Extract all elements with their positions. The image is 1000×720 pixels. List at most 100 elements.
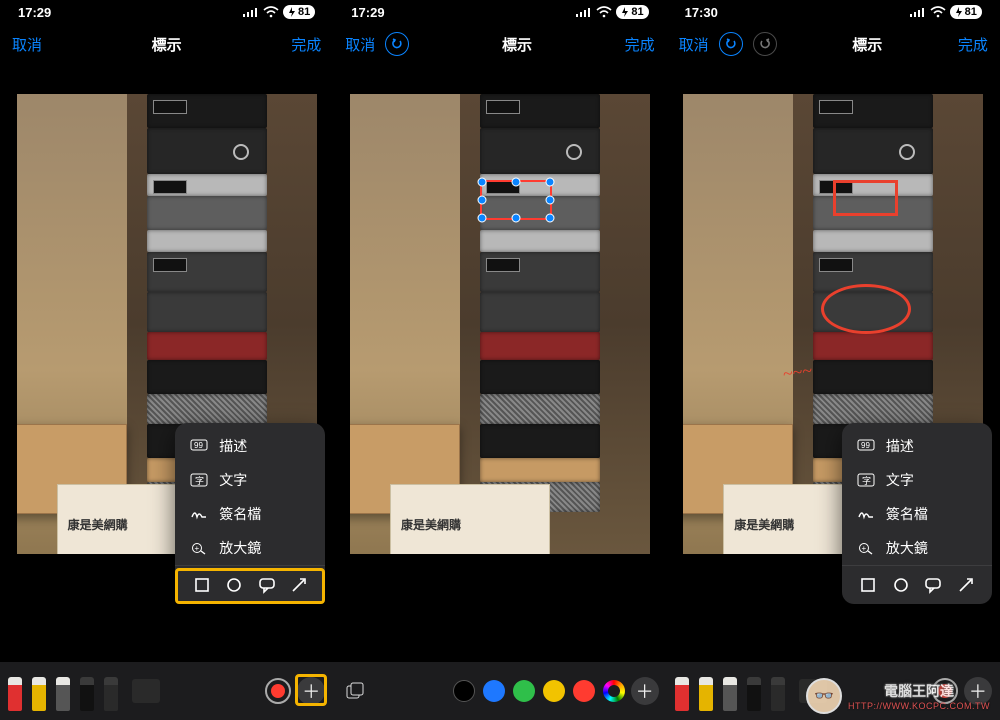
handle-ne[interactable]	[545, 178, 554, 187]
redo-button[interactable]	[753, 32, 777, 56]
battery-level: 81	[298, 6, 310, 18]
handle-e[interactable]	[545, 196, 554, 205]
cancel-button[interactable]: 取消	[345, 34, 375, 55]
popup-shape-row	[175, 565, 325, 598]
pen-gray[interactable]	[56, 671, 74, 711]
annotation-scribble[interactable]: ~~~	[782, 360, 814, 385]
status-bar: 17:29 81	[333, 0, 666, 24]
color-picker[interactable]	[603, 680, 625, 702]
cancel-button[interactable]: 取消	[12, 34, 42, 55]
shape-circle-button[interactable]	[223, 574, 245, 596]
handle-se[interactable]	[545, 214, 554, 223]
popup-item-text[interactable]: 字 文字	[842, 463, 992, 497]
popup-item-magnifier[interactable]: + 放大鏡	[175, 531, 325, 565]
phone-panel-3: 17:30 81 取消 標示 完成	[667, 0, 1000, 720]
done-button[interactable]: 完成	[291, 34, 321, 55]
handle-s[interactable]	[511, 214, 520, 223]
nav-title: 標示	[502, 34, 532, 55]
markup-toolbar: ＋	[333, 662, 666, 720]
popup-item-magnifier[interactable]: + 放大鏡	[842, 531, 992, 565]
pen-gray[interactable]	[723, 671, 741, 711]
popup-label: 描述	[886, 436, 914, 456]
markup-add-popup: 99 描述 字 文字 簽名檔 + 放大鏡	[842, 423, 992, 604]
signal-icon	[910, 7, 926, 17]
shape-circle-button[interactable]	[890, 574, 912, 596]
popup-item-describe[interactable]: 99 描述	[175, 429, 325, 463]
popup-item-signature[interactable]: 簽名檔	[175, 497, 325, 531]
pen-lasso[interactable]	[104, 671, 122, 711]
markup-toolbar: ＋	[0, 662, 333, 720]
shape-square-button[interactable]	[857, 574, 879, 596]
handle-w[interactable]	[477, 196, 486, 205]
pen-red[interactable]	[675, 671, 693, 711]
shape-square-button[interactable]	[191, 574, 213, 596]
color-row	[453, 680, 625, 702]
status-time: 17:29	[351, 5, 384, 20]
popup-item-signature[interactable]: 簽名檔	[842, 497, 992, 531]
annotation-rectangle[interactable]	[833, 180, 898, 216]
pen-eraser[interactable]	[80, 671, 98, 711]
pen-red[interactable]	[8, 671, 26, 711]
pen-yellow[interactable]	[699, 671, 717, 711]
battery-badge: 81	[950, 5, 982, 19]
color-red[interactable]	[573, 680, 595, 702]
cancel-button[interactable]: 取消	[679, 34, 709, 55]
handle-nw[interactable]	[477, 178, 486, 187]
text-icon: 字	[189, 473, 209, 487]
color-blue[interactable]	[483, 680, 505, 702]
color-green[interactable]	[513, 680, 535, 702]
phone-panel-1: 17:29 81 取消 標示 完成	[0, 0, 333, 720]
svg-text:字: 字	[195, 475, 204, 486]
shape-arrow-button[interactable]	[288, 574, 310, 596]
layers-button[interactable]	[341, 677, 369, 705]
current-color[interactable]	[932, 678, 958, 704]
wifi-icon	[930, 6, 946, 18]
done-button[interactable]: 完成	[958, 34, 988, 55]
handle-sw[interactable]	[477, 214, 486, 223]
undo-button[interactable]	[385, 32, 409, 56]
status-right: 81	[576, 5, 648, 19]
color-yellow[interactable]	[543, 680, 565, 702]
selection-rectangle[interactable]	[480, 180, 552, 220]
battery-level: 81	[965, 6, 977, 18]
pen-eraser[interactable]	[747, 671, 765, 711]
markup-canvas[interactable]: 康是美網購 99 描述 字 文字 簽名檔	[0, 64, 333, 662]
markup-canvas[interactable]: 康是美網購	[333, 64, 666, 662]
phone-panel-2: 17:29 81 取消 標示 完成	[333, 0, 666, 720]
status-bar: 17:29 81	[0, 0, 333, 24]
nav-title: 標示	[852, 34, 882, 55]
popup-item-text[interactable]: 字 文字	[175, 463, 325, 497]
popup-label: 簽名檔	[219, 504, 261, 524]
add-button[interactable]: ＋	[631, 677, 659, 705]
popup-label: 文字	[886, 470, 914, 490]
markup-canvas[interactable]: 康是美網購 ~~~ 99 描述 字 文字 簽名檔 + 放大鏡	[667, 64, 1000, 662]
markup-toolbar: ＋	[667, 662, 1000, 720]
photo-content: 康是美網購	[350, 94, 650, 554]
ruler-tool[interactable]	[132, 679, 160, 703]
shape-speech-button[interactable]	[256, 574, 278, 596]
handle-n[interactable]	[511, 178, 520, 187]
magnifier-icon: +	[189, 541, 209, 555]
done-button[interactable]: 完成	[625, 34, 655, 55]
magnifier-icon: +	[856, 541, 876, 555]
undo-button[interactable]	[719, 32, 743, 56]
color-black[interactable]	[453, 680, 475, 702]
current-color[interactable]	[265, 678, 291, 704]
shape-arrow-button[interactable]	[955, 574, 977, 596]
signal-icon	[576, 7, 592, 17]
popup-label: 簽名檔	[886, 504, 928, 524]
add-button[interactable]: ＋	[964, 677, 992, 705]
pen-yellow[interactable]	[32, 671, 50, 711]
battery-badge: 81	[616, 5, 648, 19]
add-button[interactable]: ＋	[297, 677, 325, 705]
popup-label: 文字	[219, 470, 247, 490]
status-right: 81	[243, 5, 315, 19]
quote-icon: 99	[189, 439, 209, 453]
annotation-oval[interactable]	[821, 284, 911, 334]
ruler-tool[interactable]	[799, 679, 827, 703]
shape-speech-button[interactable]	[922, 574, 944, 596]
pen-lasso[interactable]	[771, 671, 789, 711]
svg-text:99: 99	[194, 441, 203, 450]
wifi-icon	[263, 6, 279, 18]
popup-item-describe[interactable]: 99 描述	[842, 429, 992, 463]
